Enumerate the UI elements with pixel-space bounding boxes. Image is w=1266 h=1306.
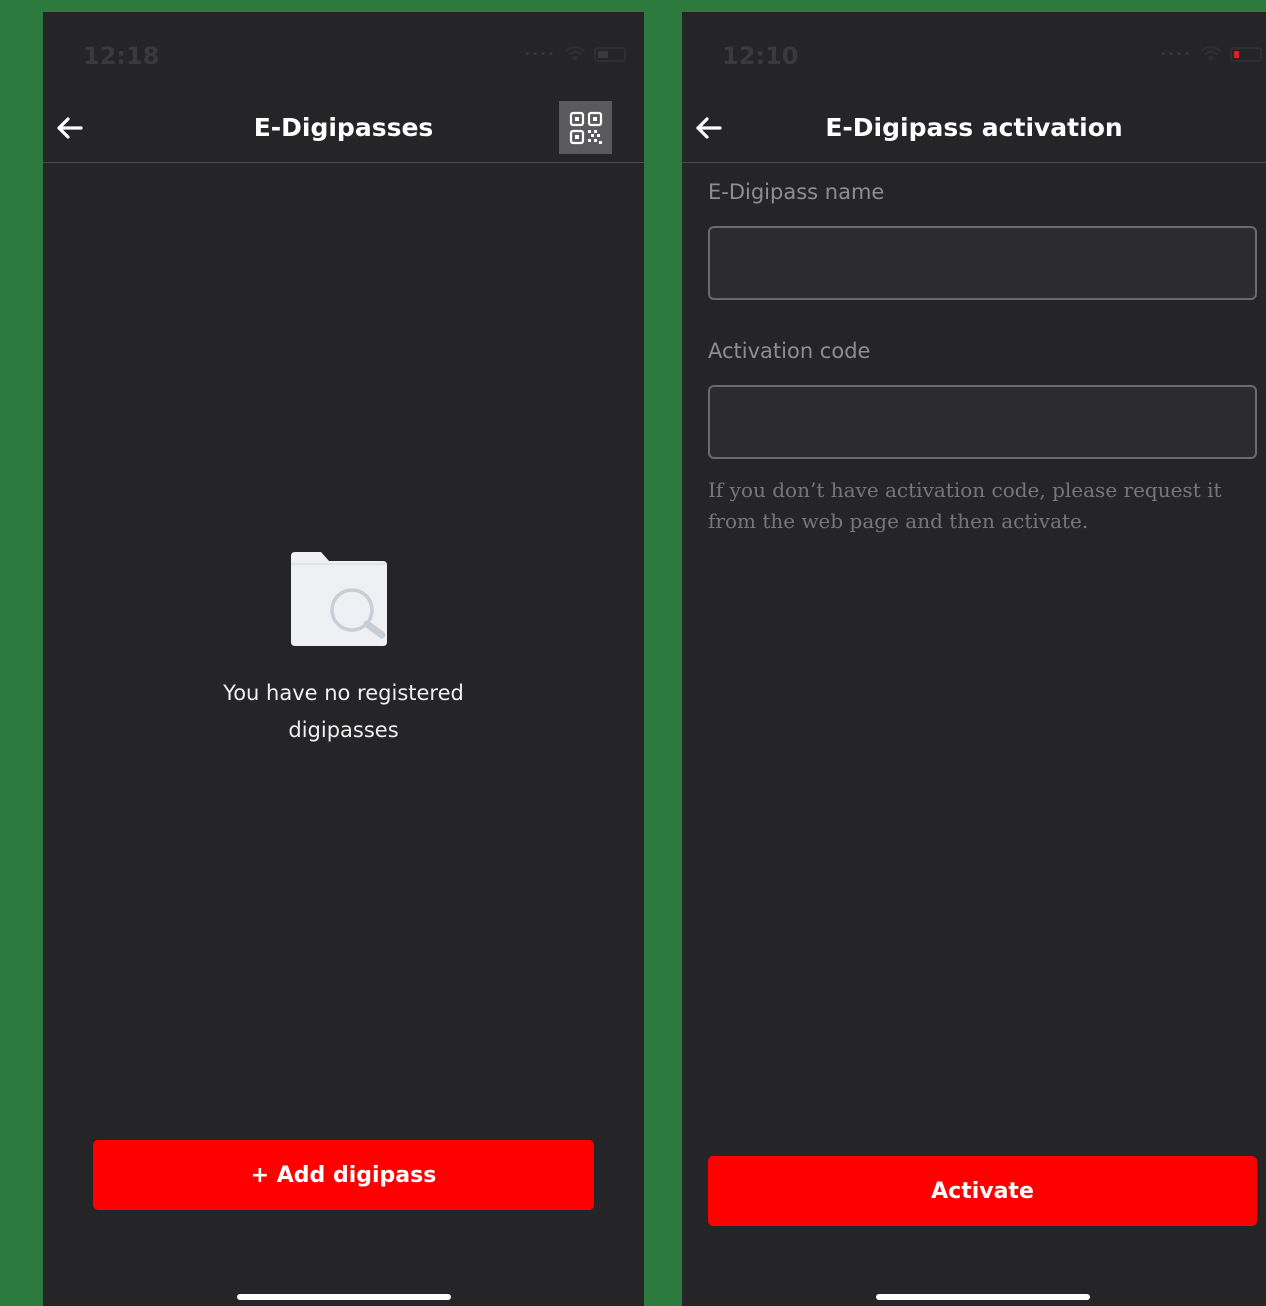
activation-help-text: If you don’t have activation code, pleas…	[708, 478, 1222, 533]
arrow-left-icon	[57, 117, 83, 139]
folder-search-icon	[290, 552, 387, 646]
empty-message: You have no registered digipasses	[223, 681, 464, 742]
qr-code-icon	[569, 111, 602, 144]
signal-icon: ••••	[1160, 48, 1192, 60]
add-digipass-button[interactable]: + Add digipass	[93, 1140, 594, 1210]
activation-code-input[interactable]	[708, 385, 1257, 459]
status-icons: ••••	[1160, 46, 1262, 62]
digipass-activation-screen: 12:10 •••• E-Digipass activation E-Digip…	[682, 12, 1266, 1306]
empty-state: You have no registered digipasses	[43, 542, 644, 749]
nav-bar: E-Digipasses	[43, 92, 644, 163]
qr-scan-button[interactable]	[559, 101, 612, 154]
wifi-icon	[564, 46, 586, 61]
activation-code-label: Activation code	[708, 339, 871, 363]
battery-icon	[1230, 46, 1262, 62]
digipasses-screen: 12:18 •••• E-Digipasses You have no regi…	[43, 12, 644, 1306]
home-indicator[interactable]	[237, 1294, 451, 1300]
back-button[interactable]	[690, 110, 726, 146]
status-bar: 12:10 ••••	[682, 12, 1266, 92]
nav-bar: E-Digipass activation	[682, 92, 1266, 163]
page-title: E-Digipasses	[253, 113, 434, 142]
status-time: 12:18	[83, 42, 160, 70]
activate-button[interactable]: Activate	[708, 1156, 1257, 1226]
status-bar: 12:18 ••••	[43, 12, 644, 92]
wifi-icon	[1200, 46, 1222, 61]
page-title: E-Digipass activation	[825, 113, 1123, 142]
home-indicator[interactable]	[876, 1294, 1090, 1300]
status-icons: ••••	[524, 46, 626, 62]
digipass-name-input[interactable]	[708, 226, 1257, 300]
digipass-name-label: E-Digipass name	[708, 180, 885, 204]
back-button[interactable]	[51, 110, 87, 146]
battery-icon	[594, 46, 626, 62]
signal-icon: ••••	[524, 48, 556, 60]
status-time: 12:10	[722, 42, 799, 70]
arrow-left-icon	[696, 117, 722, 139]
